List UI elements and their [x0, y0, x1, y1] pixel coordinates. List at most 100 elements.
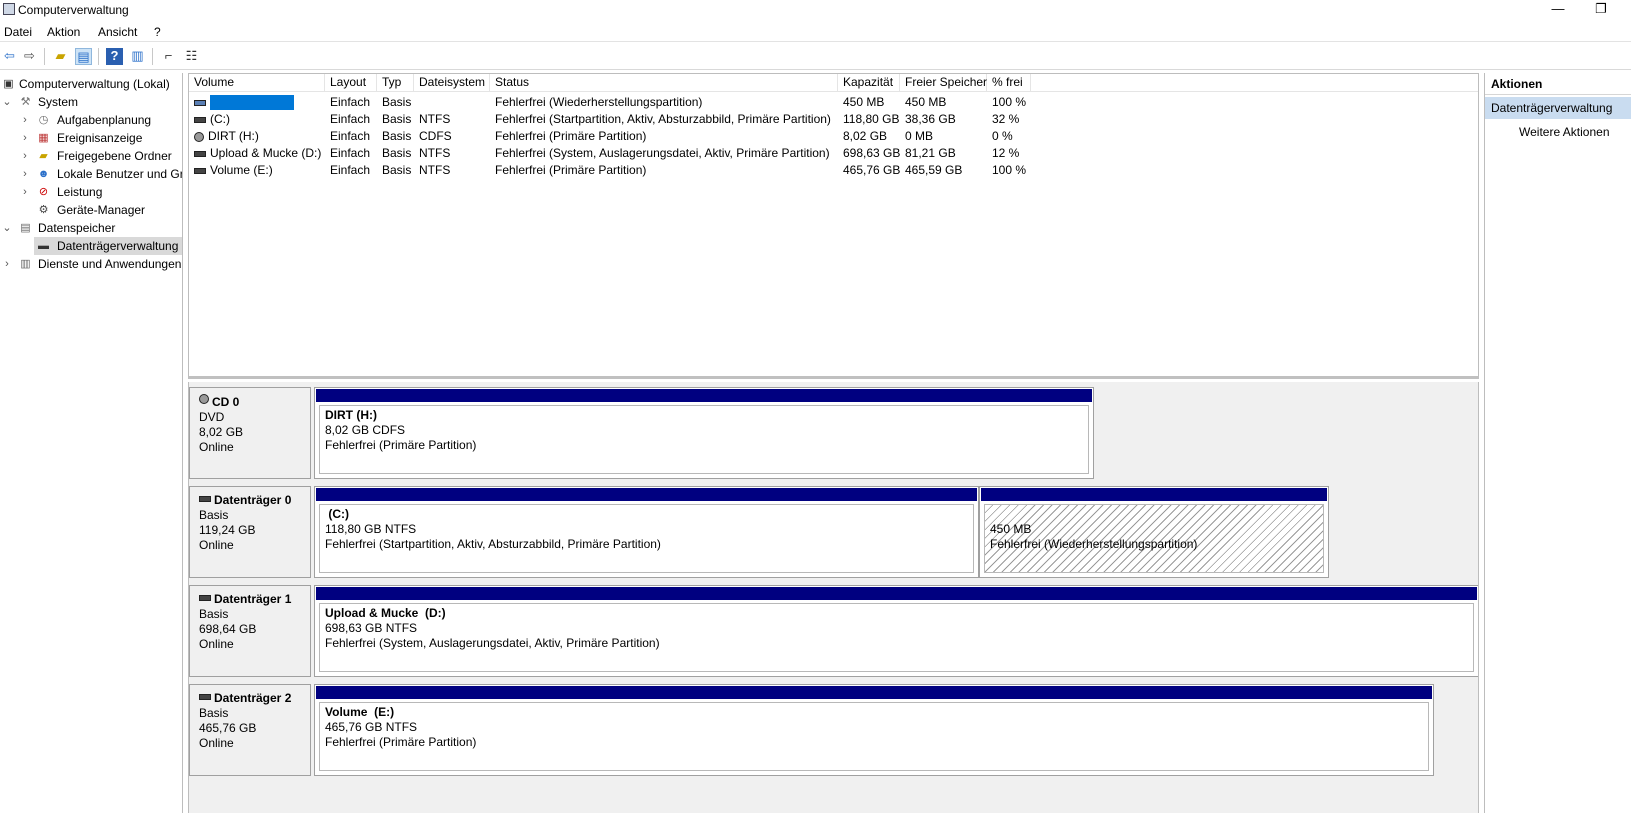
disk-cd0: CD 0 DVD 8,02 GB Online DIRT (H:) 8,02 G… [189, 387, 1478, 479]
tree-item-datenspeicher[interactable]: ⌄ ▤ Datenspeicher [0, 219, 182, 237]
column-header-freier-speicher[interactable]: Freier Speicher [900, 74, 987, 92]
minimize-button[interactable]: — [1543, 0, 1573, 20]
chevron-right-icon[interactable]: › [2, 255, 12, 273]
disk-label[interactable]: Datenträger 2 Basis 465,76 GB Online [189, 684, 311, 776]
partition-recovery[interactable]: 450 MB Fehlerfrei (Wiederherstellungspar… [979, 486, 1329, 578]
column-header-dateisystem[interactable]: Dateisystem [414, 74, 490, 92]
table-row[interactable]: Einfach Basis Fehlerfrei (Wiederherstell… [189, 94, 1478, 111]
chevron-right-icon[interactable]: › [20, 183, 30, 201]
help-icon[interactable]: ? [106, 48, 123, 65]
tree-item-freigegebene-ordner[interactable]: › ▰ Freigegebene Ordner [0, 147, 182, 165]
partition-d[interactable]: Upload & Mucke (D:) 698,63 GB NTFS Fehle… [314, 585, 1478, 677]
column-header-status[interactable]: Status [490, 74, 838, 92]
tree-label: Computerverwaltung (Lokal) [19, 77, 170, 91]
partition-body: Upload & Mucke (D:) 698,63 GB NTFS Fehle… [319, 603, 1474, 672]
cell-volume: DIRT (H:) [189, 128, 325, 145]
tree-item-root[interactable]: ▣ Computerverwaltung (Lokal) [0, 75, 182, 93]
cell-typ: Basis [382, 95, 412, 109]
cell-prozent-frei: 100 % [992, 163, 1027, 177]
tree-item-lokale-benutzer[interactable]: › ☻ Lokale Benutzer und Gruppen [0, 165, 182, 183]
column-header-volume[interactable]: Volume [189, 74, 325, 92]
partition-status: Fehlerfrei (Primäre Partition) [325, 735, 477, 749]
chevron-right-icon[interactable]: › [20, 111, 30, 129]
action-weitere-aktionen[interactable]: Weitere Aktionen [1519, 125, 1610, 139]
action-section-datentraegerverwaltung[interactable]: Datenträgerverwaltung [1485, 97, 1631, 119]
tree-item-system[interactable]: ⌄ ⚒ System [0, 93, 182, 111]
column-header-prozent-frei[interactable]: % frei [987, 74, 1031, 92]
disk-name: Datenträger 2 [214, 691, 292, 705]
up-folder-icon[interactable]: ▰ [52, 48, 69, 65]
show-hide-tree-icon[interactable]: ▤ [75, 48, 92, 65]
partition-bar [316, 686, 1432, 699]
show-hide-action-icon[interactable]: ▥ [129, 48, 146, 65]
device-manager-icon: ⚙ [38, 204, 49, 216]
tree-item-geraete-manager[interactable]: ⚙ Geräte-Manager [0, 201, 182, 219]
table-row[interactable]: Upload & Mucke (D:) Einfach Basis NTFS F… [189, 145, 1478, 162]
computer-management-icon [3, 3, 15, 15]
partition-size: 465,76 GB NTFS [325, 720, 418, 734]
tree-label: System [38, 95, 79, 109]
tree-item-ereignisanzeige[interactable]: › ▦ Ereignisanzeige [0, 129, 182, 147]
disk-label[interactable]: Datenträger 0 Basis 119,24 GB Online [189, 486, 311, 578]
cell-dateisystem: NTFS [419, 146, 451, 160]
menu-datei[interactable]: Datei [4, 25, 32, 39]
title-bar: Computerverwaltung — ❐ [0, 0, 1631, 20]
cell-prozent-frei: 0 % [992, 129, 1013, 143]
menu-bar: Datei Aktion Ansicht ? [0, 21, 1631, 42]
disk-label[interactable]: Datenträger 1 Basis 698,64 GB Online [189, 585, 311, 677]
drive-icon [194, 150, 206, 157]
tree-label: Aufgabenplanung [57, 113, 152, 127]
cell-status: Fehlerfrei (Startpartition, Aktiv, Abstu… [495, 112, 831, 126]
partition-status: Fehlerfrei (Wiederherstellungspartition) [990, 537, 1198, 551]
partition-status: Fehlerfrei (System, Auslagerungsdatei, A… [325, 636, 660, 650]
menu-aktion[interactable]: Aktion [47, 25, 80, 39]
disk-icon[interactable]: ⌐ [160, 48, 177, 65]
disk-size: 8,02 GB [199, 425, 244, 439]
chevron-down-icon[interactable]: ⌄ [2, 93, 12, 111]
back-arrow-icon[interactable]: ⇦ [1, 48, 18, 65]
forward-arrow-icon[interactable]: ⇨ [21, 48, 38, 65]
disk-state: Online [199, 440, 234, 454]
table-row[interactable]: (C:) Einfach Basis NTFS Fehlerfrei (Star… [189, 111, 1478, 128]
partition-body: 450 MB Fehlerfrei (Wiederherstellungspar… [984, 504, 1324, 573]
disk-2: Datenträger 2 Basis 465,76 GB Online Vol… [189, 684, 1478, 776]
menu-ansicht[interactable]: Ansicht [98, 25, 137, 39]
users-icon: ☻ [37, 168, 50, 180]
disk-graphical-view: CD 0 DVD 8,02 GB Online DIRT (H:) 8,02 G… [188, 382, 1479, 813]
cell-freier-speicher: 38,36 GB [905, 112, 956, 126]
column-header-kapazitaet[interactable]: Kapazität [838, 74, 900, 92]
column-header-layout[interactable]: Layout [325, 74, 377, 92]
tree-item-leistung[interactable]: › ⊘ Leistung [0, 183, 182, 201]
chevron-right-icon[interactable]: › [20, 129, 30, 147]
properties-icon[interactable]: ☷ [183, 48, 200, 65]
console-tree: ▣ Computerverwaltung (Lokal) ⌄ ⚒ System … [0, 73, 183, 813]
cell-volume: Upload & Mucke (D:) [189, 145, 325, 162]
cell-typ: Basis [382, 146, 412, 160]
chevron-right-icon[interactable]: › [20, 147, 30, 165]
table-row[interactable]: Volume (E:) Einfach Basis NTFS Fehlerfre… [189, 162, 1478, 179]
tree-item-datentraegerverwaltung[interactable]: ▬ Datenträgerverwaltung [34, 237, 182, 255]
partition-body: Volume (E:) 465,76 GB NTFS Fehlerfrei (P… [319, 702, 1429, 771]
tree-item-dienste[interactable]: › ▥ Dienste und Anwendungen [0, 255, 182, 273]
chevron-right-icon[interactable]: › [20, 165, 30, 183]
table-row[interactable]: DIRT (H:) Einfach Basis CDFS Fehlerfrei … [189, 128, 1478, 145]
partition-e[interactable]: Volume (E:) 465,76 GB NTFS Fehlerfrei (P… [314, 684, 1434, 776]
tree-item-aufgabenplanung[interactable]: › ◷ Aufgabenplanung [0, 111, 182, 129]
drive-icon [199, 694, 211, 700]
disk-name: CD 0 [212, 395, 240, 409]
chevron-down-icon[interactable]: ⌄ [2, 219, 12, 237]
tree-label: Dienste und Anwendungen [38, 257, 182, 271]
menu-help[interactable]: ? [154, 25, 161, 39]
column-header-typ[interactable]: Typ [377, 74, 414, 92]
partition-size: 8,02 GB CDFS [325, 423, 406, 437]
cell-layout: Einfach [330, 146, 371, 160]
storage-icon: ▤ [20, 222, 31, 234]
restore-button[interactable]: ❐ [1586, 0, 1616, 20]
partition-dirt-h[interactable]: DIRT (H:) 8,02 GB CDFS Fehlerfrei (Primä… [314, 387, 1094, 479]
cell-kapazitaet: 118,80 GB [843, 112, 900, 126]
services-icon: ▥ [20, 258, 31, 270]
disk-label[interactable]: CD 0 DVD 8,02 GB Online [189, 387, 311, 479]
partition-c[interactable]: (C:) 118,80 GB NTFS Fehlerfrei (Startpar… [314, 486, 979, 578]
partition-bar [981, 488, 1327, 501]
cell-kapazitaet: 450 MB [843, 95, 885, 109]
